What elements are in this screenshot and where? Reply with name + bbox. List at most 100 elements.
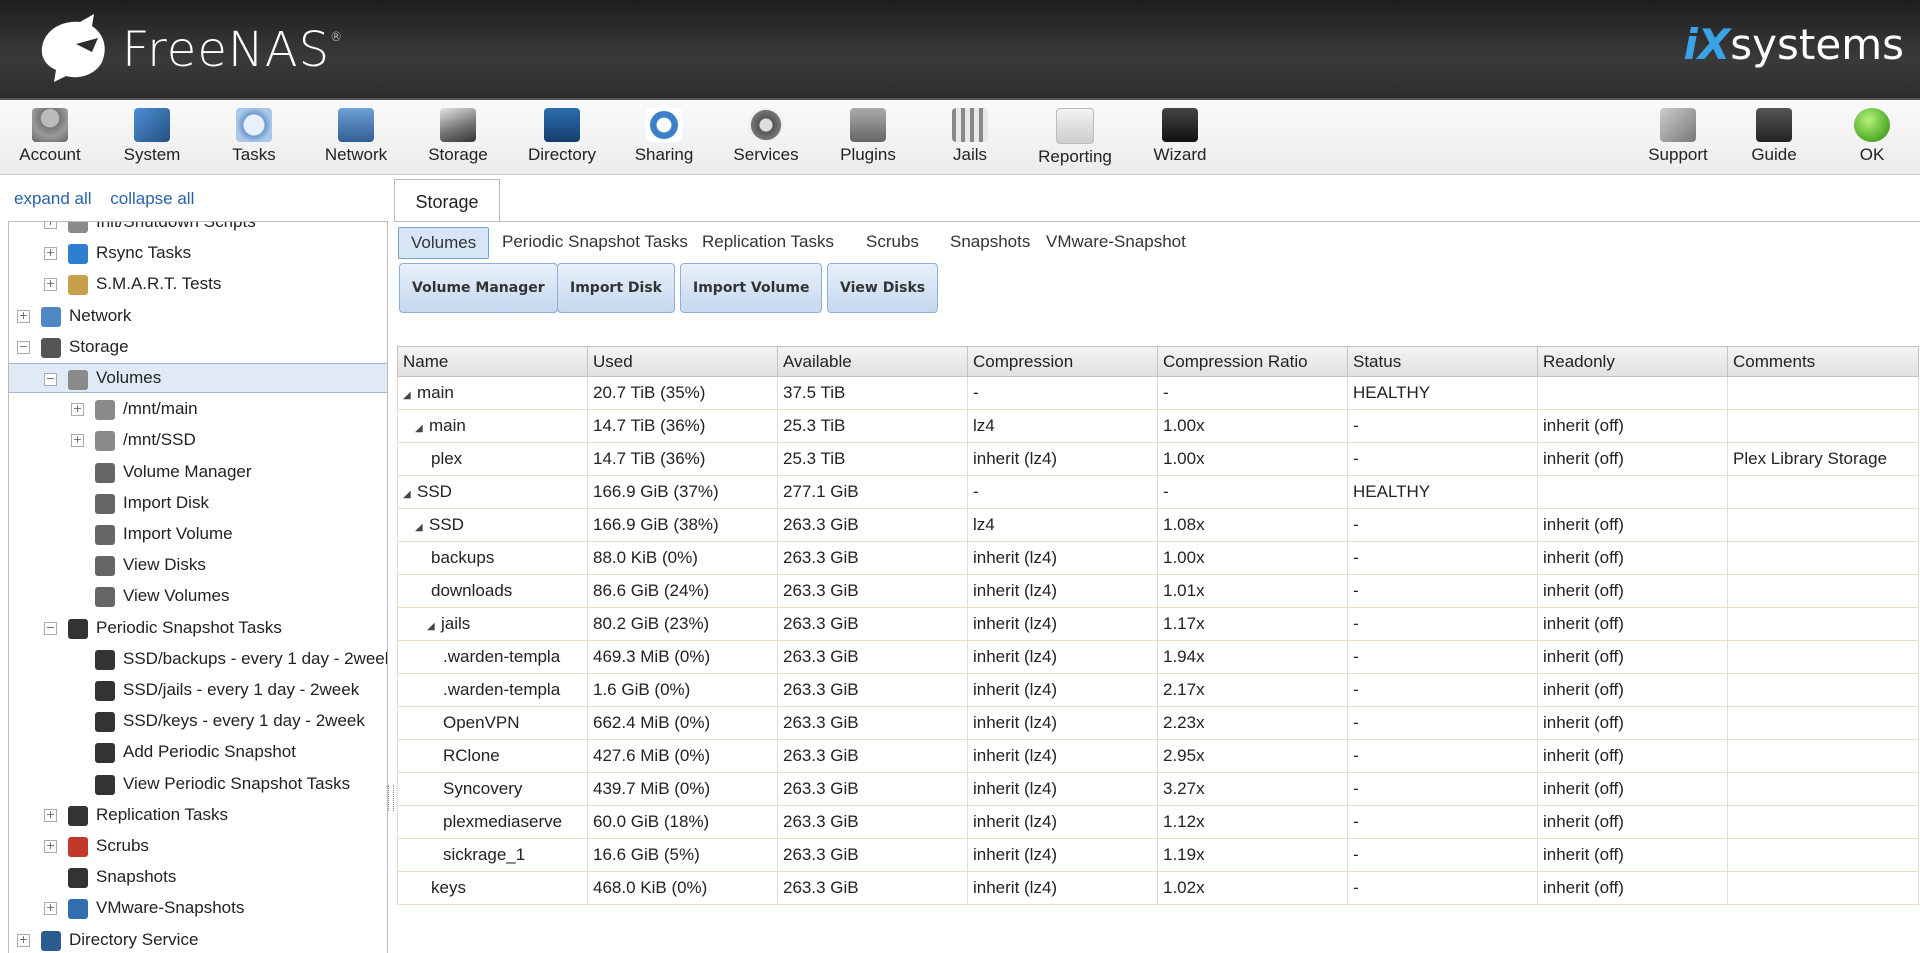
toolbar-network-button[interactable]: Network	[316, 104, 396, 170]
expand-toggle-icon[interactable]: +	[44, 840, 57, 853]
collapse-triangle-icon[interactable]: ◢	[415, 522, 423, 533]
cell-compression: inherit (lz4)	[967, 706, 1158, 740]
table-row[interactable]: ◢ main 14.7 TiB (36%) 25.3 TiB lz4 1.00x - inhe…	[397, 409, 1919, 443]
toolbar-guide-button[interactable]: Guide	[1734, 104, 1814, 170]
column-header-status[interactable]: Status	[1347, 346, 1538, 377]
subtab-vmware-snapshot[interactable]: VMware-Snapshot	[1046, 227, 1186, 257]
alert-ok-icon	[1854, 108, 1890, 142]
expand-toggle-icon[interactable]: +	[44, 247, 57, 261]
collapse-triangle-icon[interactable]: ◢	[403, 489, 411, 500]
expand-toggle-icon[interactable]: +	[17, 309, 30, 323]
toolbar-services-button[interactable]: Services	[726, 104, 806, 170]
expand-toggle-icon[interactable]: +	[44, 808, 57, 822]
tree-node-directory-service[interactable]: + Directory Service	[9, 925, 387, 953]
tree-node-volume-manager[interactable]: Volume Manager	[9, 457, 387, 487]
column-header-used[interactable]: Used	[587, 346, 778, 377]
table-row[interactable]: ◢ jails 80.2 GiB (23%) 263.3 GiB inherit (lz…	[397, 607, 1919, 641]
collapse-triangle-icon[interactable]: ◢	[403, 390, 411, 401]
toolbar-plugins-button[interactable]: Plugins	[828, 104, 908, 170]
tree-node-snapshots[interactable]: Snapshots	[9, 862, 387, 892]
toolbar-jails-button[interactable]: Jails	[930, 104, 1010, 170]
toolbar-system-button[interactable]: System	[112, 104, 192, 170]
tree-node-network[interactable]: + Network	[9, 301, 387, 331]
view-disks-button[interactable]: View Disks	[827, 263, 939, 313]
tree-node-view-volumes[interactable]: View Volumes	[9, 581, 387, 611]
tree-node-icon	[41, 306, 61, 327]
tree-node-periodic-snapshot-tasks[interactable]: − Periodic Snapshot Tasks	[9, 613, 387, 643]
subtab-snapshots[interactable]: Snapshots	[950, 227, 1030, 257]
expand-toggle-icon[interactable]: +	[17, 933, 30, 947]
cell-readonly: inherit (off)	[1537, 706, 1728, 740]
tree-node-volumes[interactable]: − Volumes	[9, 363, 387, 393]
import-volume-button[interactable]: Import Volume	[680, 263, 823, 313]
tree-node-import-disk[interactable]: Import Disk	[9, 488, 387, 518]
toolbar-account-button[interactable]: Account	[10, 104, 90, 170]
toolbar-sharing-button[interactable]: Sharing	[624, 104, 704, 170]
toolbar-support-button[interactable]: Support	[1638, 104, 1718, 170]
collapse-all-link[interactable]: collapse all	[110, 189, 194, 208]
tree-node-view-disks[interactable]: View Disks	[9, 550, 387, 580]
tree-node-replication-tasks[interactable]: + Replication Tasks	[9, 800, 387, 830]
expand-toggle-icon[interactable]: +	[44, 278, 57, 292]
table-row[interactable]: plexmediaserve 60.0 GiB (18%) 263.3 GiB inh…	[397, 805, 1919, 839]
expand-all-link[interactable]: expand all	[14, 189, 92, 208]
tree-node-rsync-tasks[interactable]: + Rsync Tasks	[9, 238, 387, 268]
column-header-comments[interactable]: Comments	[1727, 346, 1919, 377]
table-row[interactable]: .warden-templa 469.3 MiB (0%) 263.3 GiB inh…	[397, 640, 1919, 674]
table-row[interactable]: sickrage_1 16.6 GiB (5%) 263.3 GiB inherit …	[397, 838, 1919, 872]
collapse-triangle-icon[interactable]: ◢	[427, 621, 435, 632]
toolbar-directory-button[interactable]: Directory	[520, 104, 604, 170]
subtab-scrubs[interactable]: Scrubs	[866, 227, 919, 257]
import-disk-button[interactable]: Import Disk	[557, 263, 675, 313]
subtab-volumes[interactable]: Volumes	[398, 227, 490, 259]
tree-node-init-shutdown-scripts[interactable]: + Init/Shutdown Scripts	[9, 222, 387, 237]
tree-node-ssd-keys-every-1-day-2week[interactable]: SSD/keys - every 1 day - 2week	[9, 706, 387, 736]
collapse-toggle-icon[interactable]: −	[44, 621, 57, 635]
tree-node-import-volume[interactable]: Import Volume	[9, 519, 387, 549]
collapse-toggle-icon[interactable]: −	[44, 373, 57, 386]
table-row[interactable]: .warden-templa 1.6 GiB (0%) 263.3 GiB inher…	[397, 673, 1919, 707]
table-row[interactable]: downloads 86.6 GiB (24%) 263.3 GiB inherit …	[397, 574, 1919, 608]
collapse-triangle-icon[interactable]: ◢	[415, 423, 423, 434]
tree-node-mnt-ssd[interactable]: + /mnt/SSD	[9, 425, 387, 455]
table-row[interactable]: ◢ main 20.7 TiB (35%) 37.5 TiB - - HEALTHY	[397, 376, 1919, 410]
tree-node-view-periodic-snapshot-tasks[interactable]: View Periodic Snapshot Tasks	[9, 769, 387, 799]
toolbar-alert-ok-button[interactable]: OK	[1832, 104, 1912, 170]
tree-node-vmware-snapshots[interactable]: + VMware-Snapshots	[9, 893, 387, 923]
expand-toggle-icon[interactable]: +	[44, 222, 57, 229]
toolbar-storage-button[interactable]: Storage	[418, 104, 498, 170]
table-row[interactable]: OpenVPN 662.4 MiB (0%) 263.3 GiB inherit (l…	[397, 706, 1919, 740]
table-row[interactable]: backups 88.0 KiB (0%) 263.3 GiB inherit (lz…	[397, 541, 1919, 575]
column-header-name[interactable]: Name	[397, 346, 588, 377]
tab-storage[interactable]: Storage	[394, 179, 500, 222]
tree-node-s-m-a-r-t-tests[interactable]: + S.M.A.R.T. Tests	[9, 269, 387, 299]
tree-node-scrubs[interactable]: + Scrubs	[9, 831, 387, 861]
table-row[interactable]: ◢ SSD 166.9 GiB (37%) 277.1 GiB - - HEALTHY	[397, 475, 1919, 509]
table-row[interactable]: Syncovery 439.7 MiB (0%) 263.3 GiB inherit …	[397, 772, 1919, 806]
tree-node-ssd-jails-every-1-day-2week[interactable]: SSD/jails - every 1 day - 2week	[9, 675, 387, 705]
volume-manager-button[interactable]: Volume Manager	[399, 263, 558, 313]
tree-node-ssd-backups-every-1-day-2week[interactable]: SSD/backups - every 1 day - 2week	[9, 644, 387, 674]
table-row[interactable]: RClone 427.6 MiB (0%) 263.3 GiB inherit (lz…	[397, 739, 1919, 773]
expand-toggle-icon[interactable]: +	[71, 403, 84, 417]
tree-node-add-periodic-snapshot[interactable]: Add Periodic Snapshot	[9, 737, 387, 767]
collapse-toggle-icon[interactable]: −	[17, 340, 30, 354]
toolbar-reporting-button[interactable]: Reporting	[1032, 104, 1118, 170]
subtab-replication-tasks[interactable]: Replication Tasks	[702, 227, 834, 257]
table-row[interactable]: ◢ SSD 166.9 GiB (38%) 263.3 GiB lz4 1.08x - inh…	[397, 508, 1919, 542]
toolbar-wizard-button[interactable]: Wizard	[1140, 104, 1220, 170]
column-header-available[interactable]: Available	[777, 346, 968, 377]
toolbar-tasks-button[interactable]: Tasks	[214, 104, 294, 170]
tree-node-label: Rsync Tasks	[96, 243, 192, 263]
expand-toggle-icon[interactable]: +	[44, 902, 57, 916]
subtab-periodic-snapshot-tasks[interactable]: Periodic Snapshot Tasks	[502, 227, 688, 257]
expand-toggle-icon[interactable]: +	[71, 434, 84, 448]
cell-status: -	[1347, 838, 1538, 872]
table-row[interactable]: keys 468.0 KiB (0%) 263.3 GiB inherit (lz4)…	[397, 871, 1919, 905]
table-row[interactable]: plex 14.7 TiB (36%) 25.3 TiB inherit (lz4) 1…	[397, 442, 1919, 476]
column-header-readonly[interactable]: Readonly	[1537, 346, 1728, 377]
column-header-compression[interactable]: Compression	[967, 346, 1158, 377]
tree-node-mnt-main[interactable]: + /mnt/main	[9, 394, 387, 424]
column-header-compression-ratio[interactable]: Compression Ratio	[1157, 346, 1348, 377]
tree-node-storage[interactable]: − Storage	[9, 332, 387, 362]
